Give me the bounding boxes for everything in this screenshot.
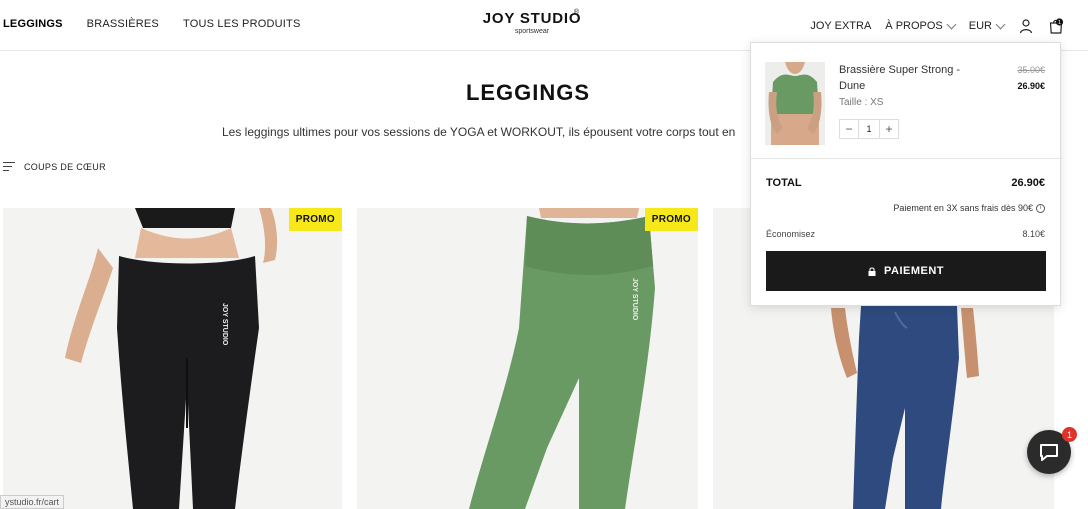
chevron-down-icon xyxy=(995,19,1006,29)
checkout-button[interactable]: PAIEMENT xyxy=(766,251,1046,291)
savings-value: 8.10€ xyxy=(1022,229,1045,239)
cart-item-image[interactable] xyxy=(765,62,825,145)
nav-leggings[interactable]: LEGGINGS xyxy=(3,18,63,30)
installments-note: Paiement en 3X sans frais dès 90€ i xyxy=(893,203,1045,213)
chat-button[interactable]: 1 xyxy=(1027,427,1077,474)
qty-value[interactable]: 1 xyxy=(858,120,880,138)
chat-notification-badge: 1 xyxy=(1062,427,1077,442)
secondary-nav: JOY EXTRA À PROPOS EUR 1 xyxy=(810,18,1064,34)
status-bar-url: ystudio.fr/cart xyxy=(0,495,65,509)
product-card[interactable]: JOY STUDIO PROMO xyxy=(357,208,698,509)
cart-item-original-price: 35.00€ xyxy=(1017,65,1045,75)
cart-item-size: Taille : XS xyxy=(839,97,884,108)
currency-label: EUR xyxy=(968,20,992,32)
sort-icon xyxy=(3,162,15,172)
promo-badge: PROMO xyxy=(644,208,698,231)
logo-registered-mark: ® xyxy=(573,9,579,16)
cart-item-name[interactable]: Brassière Super Strong - Dune xyxy=(839,62,979,94)
currency-selector[interactable]: EUR xyxy=(968,19,1006,32)
qty-decrease-button[interactable]: − xyxy=(840,120,858,138)
checkout-label: PAIEMENT xyxy=(883,265,945,277)
logo[interactable]: JOY STUDIO ® sportswear xyxy=(482,9,582,35)
divider xyxy=(751,158,1062,159)
cart-count: 1 xyxy=(1058,20,1061,26)
qty-increase-button[interactable]: + xyxy=(880,120,898,138)
promo-badge: PROMO xyxy=(288,208,342,231)
savings-label: Économisez xyxy=(766,229,816,239)
leggings-print: JOY STUDIO xyxy=(631,278,638,321)
product-card[interactable]: JOY STUDIO PROMO xyxy=(3,208,342,509)
cart-icon[interactable]: 1 xyxy=(1048,18,1064,34)
account-icon[interactable] xyxy=(1018,18,1034,34)
product-image: JOY STUDIO xyxy=(3,208,342,509)
mini-cart-panel: Brassière Super Strong - Dune Taille : X… xyxy=(750,42,1062,306)
logo-name: JOY STUDIO xyxy=(482,10,582,27)
chat-icon xyxy=(1040,444,1058,461)
quantity-stepper: − 1 + xyxy=(839,119,899,139)
sort-control[interactable]: COUPS DE CŒUR xyxy=(3,162,106,172)
total-value: 26.90€ xyxy=(1011,177,1045,189)
cart-item-price: 26.90€ xyxy=(1017,81,1045,91)
nav-brassieres[interactable]: BRASSIÈRES xyxy=(87,18,159,30)
nav-about-dropdown[interactable]: À PROPOS xyxy=(885,19,957,32)
total-label: TOTAL xyxy=(766,177,802,189)
installments-text: Paiement en 3X sans frais dès 90€ xyxy=(893,203,1033,213)
page-description: Les leggings ultimes pour vos sessions d… xyxy=(222,125,736,139)
chevron-down-icon xyxy=(946,19,957,29)
lock-icon xyxy=(868,266,876,276)
nav-joy-extra[interactable]: JOY EXTRA xyxy=(810,20,871,32)
leggings-print: JOY STUDIO xyxy=(221,303,228,346)
nav-about-label: À PROPOS xyxy=(885,20,943,32)
product-image: JOY STUDIO xyxy=(357,208,698,509)
nav-all-products[interactable]: TOUS LES PRODUITS xyxy=(183,18,301,30)
sort-label: COUPS DE CŒUR xyxy=(24,162,106,172)
main-nav: LEGGINGS BRASSIÈRES TOUS LES PRODUITS xyxy=(3,18,300,30)
info-icon[interactable]: i xyxy=(1036,203,1045,213)
logo-tagline: sportswear xyxy=(514,28,550,35)
